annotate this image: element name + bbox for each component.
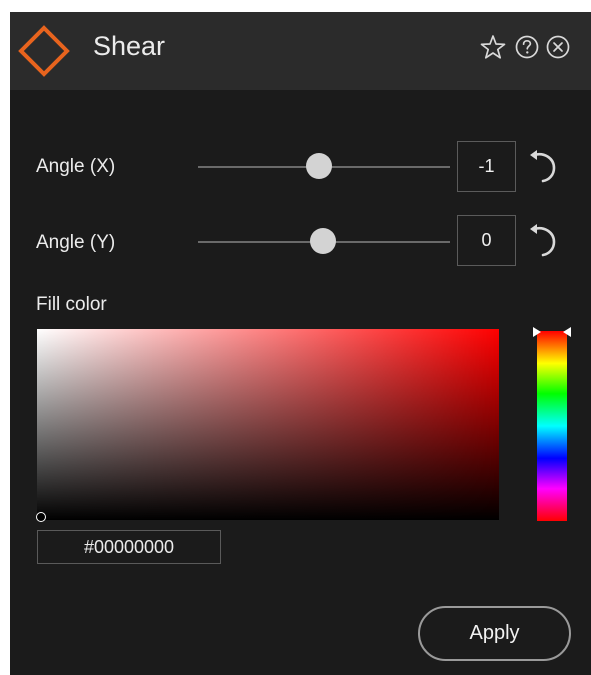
angle-x-slider-thumb[interactable] bbox=[306, 153, 332, 179]
angle-x-reset-icon[interactable] bbox=[524, 148, 560, 184]
help-icon[interactable] bbox=[514, 34, 540, 60]
dialog-title: Shear bbox=[93, 31, 166, 61]
angle-y-input[interactable]: 0 bbox=[457, 215, 516, 266]
hue-slider-handle[interactable] bbox=[533, 327, 571, 337]
shear-logo-icon bbox=[18, 25, 70, 77]
angle-y-label: Angle (Y) bbox=[36, 232, 116, 253]
hex-color-input[interactable]: #00000000 bbox=[37, 530, 221, 564]
apply-button[interactable]: Apply bbox=[418, 606, 571, 661]
saturation-value-picker[interactable] bbox=[37, 329, 499, 520]
fill-color-label: Fill color bbox=[36, 294, 107, 315]
color-picker-marker[interactable] bbox=[36, 512, 46, 522]
close-icon[interactable] bbox=[545, 34, 571, 60]
hue-slider[interactable] bbox=[537, 331, 567, 521]
angle-y-reset-icon[interactable] bbox=[524, 222, 560, 258]
angle-y-slider-thumb[interactable] bbox=[310, 228, 336, 254]
angle-x-label: Angle (X) bbox=[36, 156, 116, 177]
angle-x-input[interactable]: -1 bbox=[457, 141, 516, 192]
dialog-header: Shear bbox=[10, 12, 591, 90]
shear-dialog: Shear Angle (X) -1 Angle (Y) 0 Fill colo… bbox=[10, 12, 591, 675]
star-icon[interactable] bbox=[480, 34, 506, 60]
